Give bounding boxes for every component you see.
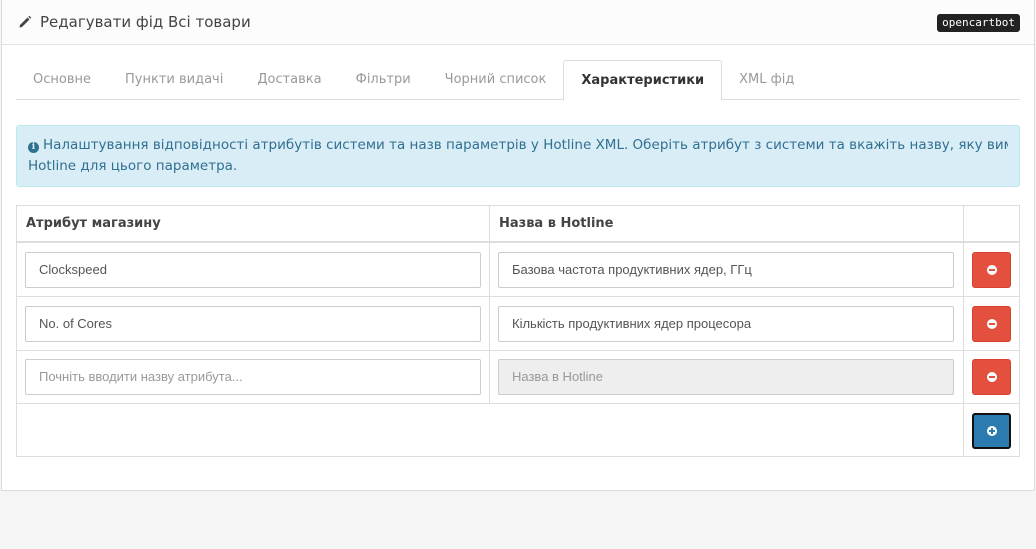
- tabs-bar: Основне Пункти видачі Доставка Фільтри Ч…: [16, 60, 1020, 101]
- table-row-new: Почніть вводити назву атрибута... Назва …: [17, 350, 1019, 404]
- hotline-name-input-disabled: Назва в Hotline: [498, 359, 954, 395]
- info-alert: i Налаштування відповідності атрибутів си…: [16, 125, 1020, 187]
- tab-delivery[interactable]: Доставка: [240, 60, 338, 100]
- table-row: No. of Cores Кількість продуктивних ядер…: [17, 297, 1019, 351]
- attribute-input[interactable]: No. of Cores: [25, 306, 481, 342]
- table-footer: [17, 404, 1019, 456]
- attribute-input[interactable]: Clockspeed: [25, 252, 481, 288]
- minus-circle-icon: [986, 265, 997, 275]
- table-header: Атрибут магазину Назва в Hotline: [17, 206, 1019, 243]
- brand-badge: opencartbot: [937, 14, 1020, 32]
- tab-blacklist[interactable]: Чорний список: [428, 60, 564, 100]
- page-title-text: Редагувати фід Всі товари: [40, 13, 251, 31]
- alert-text-line2: Hotline для цього параметра.: [28, 158, 238, 174]
- alert-text-line1: Налаштування відповідності атрибутів сис…: [43, 137, 1008, 153]
- info-circle-icon: i: [28, 142, 39, 153]
- attributes-table: Атрибут магазину Назва в Hotline Clocksp…: [16, 205, 1020, 457]
- page-title: Редагувати фід Всі товари: [18, 13, 251, 31]
- panel-heading: Редагувати фід Всі товари opencartbot: [2, 0, 1034, 45]
- hotline-name-input[interactable]: Базова частота продуктивних ядер, ГГц: [498, 252, 954, 288]
- remove-row-button[interactable]: [972, 252, 1011, 288]
- attribute-autocomplete-input[interactable]: Почніть вводити назву атрибута...: [25, 359, 481, 395]
- minus-circle-icon: [986, 319, 997, 329]
- tab-characteristics[interactable]: Характеристики: [563, 60, 723, 101]
- tab-pickup-points[interactable]: Пункти видачі: [108, 60, 240, 100]
- table-row: Clockspeed Базова частота продуктивних я…: [17, 243, 1019, 297]
- minus-circle-icon: [986, 372, 997, 382]
- add-row-button[interactable]: [972, 413, 1011, 449]
- plus-circle-icon: [986, 426, 997, 436]
- hotline-name-input[interactable]: Кількість продуктивних ядер процесора: [498, 306, 954, 342]
- tab-filters[interactable]: Фільтри: [339, 60, 428, 100]
- tab-xml-feed[interactable]: XML фід: [722, 60, 811, 100]
- pencil-icon: [19, 15, 32, 28]
- column-header-store-attribute: Атрибут магазину: [26, 216, 161, 231]
- remove-row-button[interactable]: [972, 306, 1011, 342]
- remove-row-button[interactable]: [972, 359, 1011, 395]
- tab-basic[interactable]: Основне: [16, 60, 108, 100]
- column-header-hotline-name: Назва в Hotline: [499, 216, 614, 231]
